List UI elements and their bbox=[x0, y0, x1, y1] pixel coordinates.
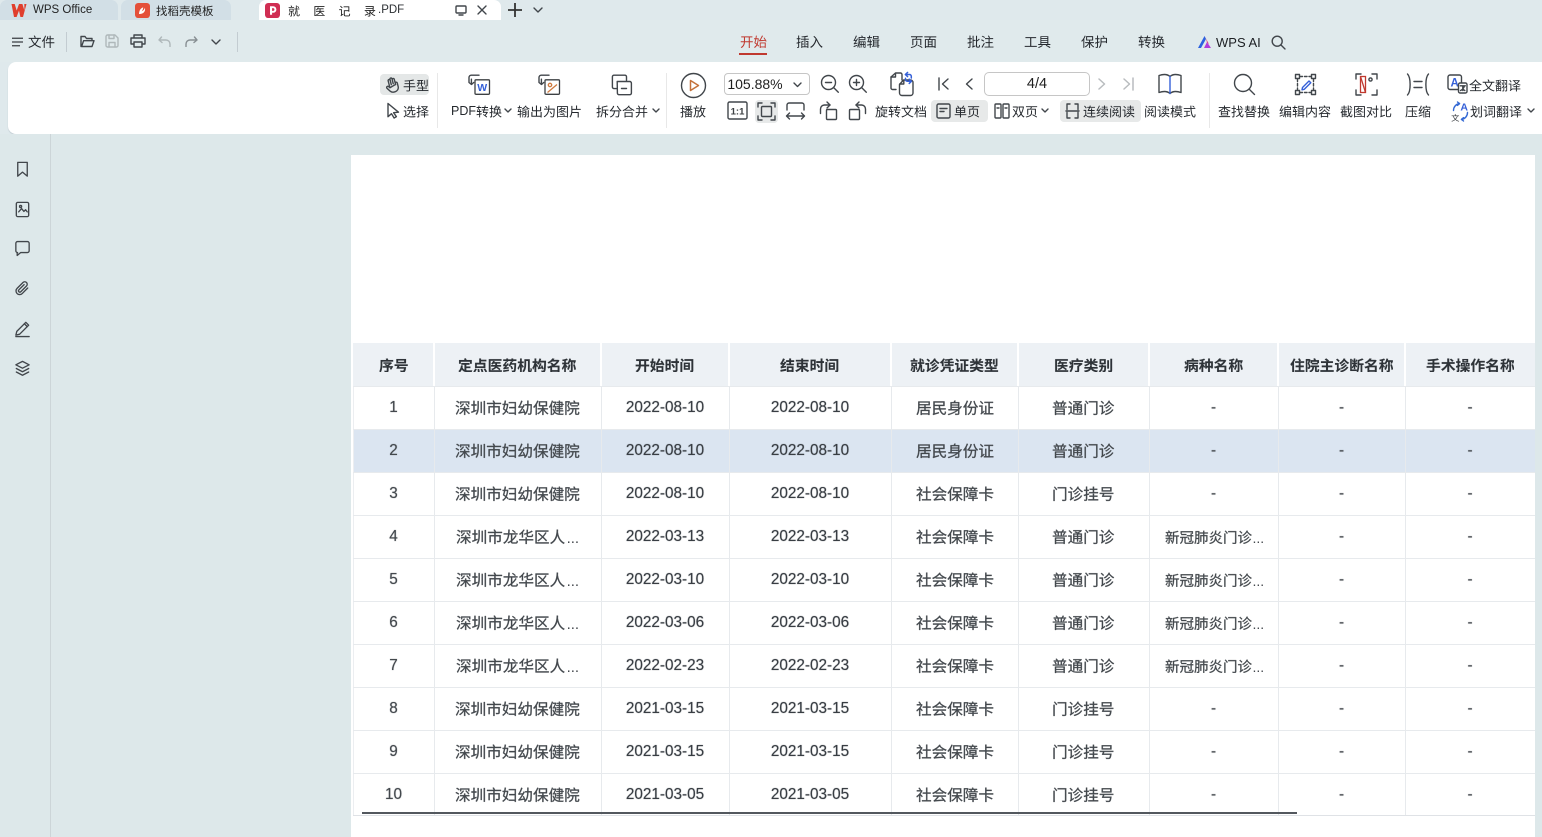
svg-text:A: A bbox=[1451, 78, 1459, 90]
svg-text:1:1: 1:1 bbox=[731, 107, 745, 118]
svg-text:W: W bbox=[477, 82, 487, 94]
svg-text:A: A bbox=[1460, 102, 1468, 114]
